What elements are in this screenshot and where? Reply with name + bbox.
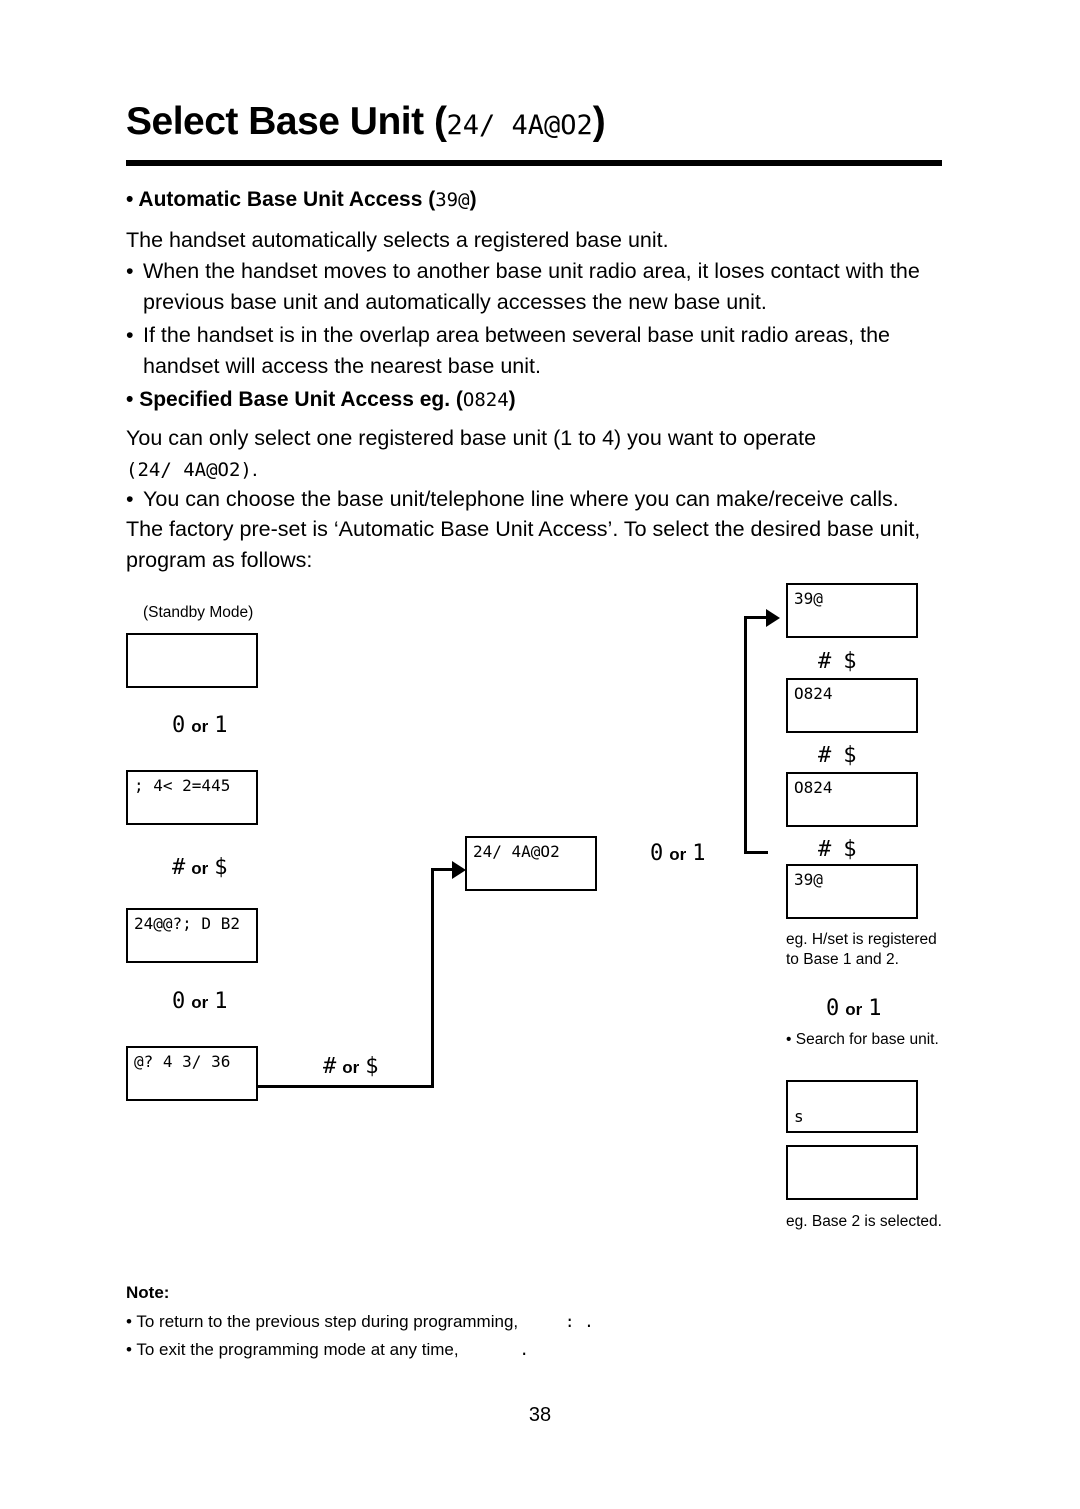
lcd-box-base-1: O824 bbox=[786, 678, 918, 733]
key-right-glyph: 1 bbox=[214, 989, 228, 1014]
key-right-3: # $ bbox=[818, 836, 857, 862]
note-bullet-icon: • bbox=[126, 1340, 132, 1359]
caption-base-selected: eg. Base 2 is selected. bbox=[786, 1213, 942, 1230]
lcd-box-standby bbox=[126, 633, 258, 688]
key-right-glyph: 1 bbox=[868, 996, 882, 1021]
key-left-glyph: # bbox=[818, 743, 832, 768]
connector-line-vertical-middle bbox=[431, 870, 434, 1088]
key-or-label: or bbox=[191, 717, 209, 736]
key-step-middle: 0 or 1 bbox=[650, 840, 706, 866]
lcd-box-menu: ; 4< 2=445 bbox=[126, 770, 258, 825]
key-step-1: 0 or 1 bbox=[172, 712, 228, 738]
key-right-glyph: $ bbox=[214, 855, 228, 880]
note-line-1: • To return to the previous step during … bbox=[126, 1312, 594, 1332]
note-line-2-key: . bbox=[519, 1340, 529, 1359]
key-right-glyph: $ bbox=[843, 649, 857, 674]
key-right-1: # $ bbox=[818, 648, 857, 674]
lcd-box-base-2: O824 bbox=[786, 772, 918, 827]
key-step-2: # or $ bbox=[172, 854, 228, 880]
lcd-box-auto-access: 39@ bbox=[786, 583, 918, 638]
key-right-glyph: 1 bbox=[692, 841, 706, 866]
note-bullet-icon: • bbox=[126, 1312, 132, 1331]
key-right-glyph: $ bbox=[843, 743, 857, 768]
lcd-box-searching: s bbox=[786, 1080, 918, 1133]
lcd-box-other-option: @? 4 3/ 36 bbox=[126, 1046, 258, 1101]
connector-line-horizontal-bottom bbox=[258, 1085, 434, 1088]
key-right-glyph: $ bbox=[843, 837, 857, 862]
key-left-glyph: 0 bbox=[172, 713, 186, 738]
key-or-label bbox=[831, 841, 843, 860]
lcd-box-select-base-unit: 24/ 4A@O2 bbox=[465, 836, 597, 891]
note-line-1-text: To return to the previous step during pr… bbox=[136, 1312, 519, 1331]
key-step-3: 0 or 1 bbox=[172, 988, 228, 1014]
key-or-label: or bbox=[191, 859, 209, 878]
caption-search-text: Search for base unit. bbox=[795, 1031, 939, 1048]
key-or-label: or bbox=[669, 845, 687, 864]
standby-mode-caption: (Standby Mode) bbox=[143, 604, 254, 621]
arrowhead-to-middle-box bbox=[452, 861, 466, 879]
key-or-label bbox=[831, 653, 843, 672]
note-line-2: • To exit the programming mode at any ti… bbox=[126, 1340, 529, 1360]
connector-line-vertical-right bbox=[744, 616, 747, 854]
manual-page: Select Base Unit (24/ 4A@O2) • Automatic… bbox=[0, 0, 1080, 1509]
key-step-4: # or $ bbox=[323, 1053, 379, 1079]
key-or-label: or bbox=[845, 1000, 863, 1019]
key-or-label: or bbox=[191, 993, 209, 1012]
connector-line-from-middle bbox=[744, 851, 768, 854]
lcd-box-auto-access-2: 39@ bbox=[786, 864, 918, 919]
key-right-glyph: $ bbox=[365, 1054, 379, 1079]
note-label: Note: bbox=[126, 1283, 170, 1302]
key-or-label bbox=[831, 747, 843, 766]
key-right-2: # $ bbox=[818, 742, 857, 768]
lcd-box-base-selected bbox=[786, 1145, 918, 1200]
key-right-4: 0 or 1 bbox=[826, 995, 882, 1021]
caption-search-for-base: • Search for base unit. bbox=[786, 1030, 956, 1050]
note-line-1-key: : . bbox=[564, 1312, 594, 1331]
note-line-2-text: To exit the programming mode at any time… bbox=[136, 1340, 459, 1359]
lcd-box-handset-setup: 24@@?; D B2 bbox=[126, 908, 258, 963]
key-left-glyph: # bbox=[323, 1054, 337, 1079]
key-left-glyph: 0 bbox=[826, 996, 840, 1021]
key-left-glyph: # bbox=[818, 837, 832, 862]
caption-registered-bases: eg. H/set is registered to Base 1 and 2. bbox=[786, 931, 937, 968]
key-left-glyph: # bbox=[172, 855, 186, 880]
key-right-glyph: 1 bbox=[214, 713, 228, 738]
page-number: 38 bbox=[528, 1404, 552, 1426]
caption-bullet-icon: • bbox=[786, 1031, 792, 1048]
arrowhead-to-right-box bbox=[766, 609, 780, 627]
key-or-label: or bbox=[342, 1058, 360, 1077]
key-left-glyph: 0 bbox=[172, 989, 186, 1014]
key-left-glyph: # bbox=[818, 649, 832, 674]
key-left-glyph: 0 bbox=[650, 841, 664, 866]
